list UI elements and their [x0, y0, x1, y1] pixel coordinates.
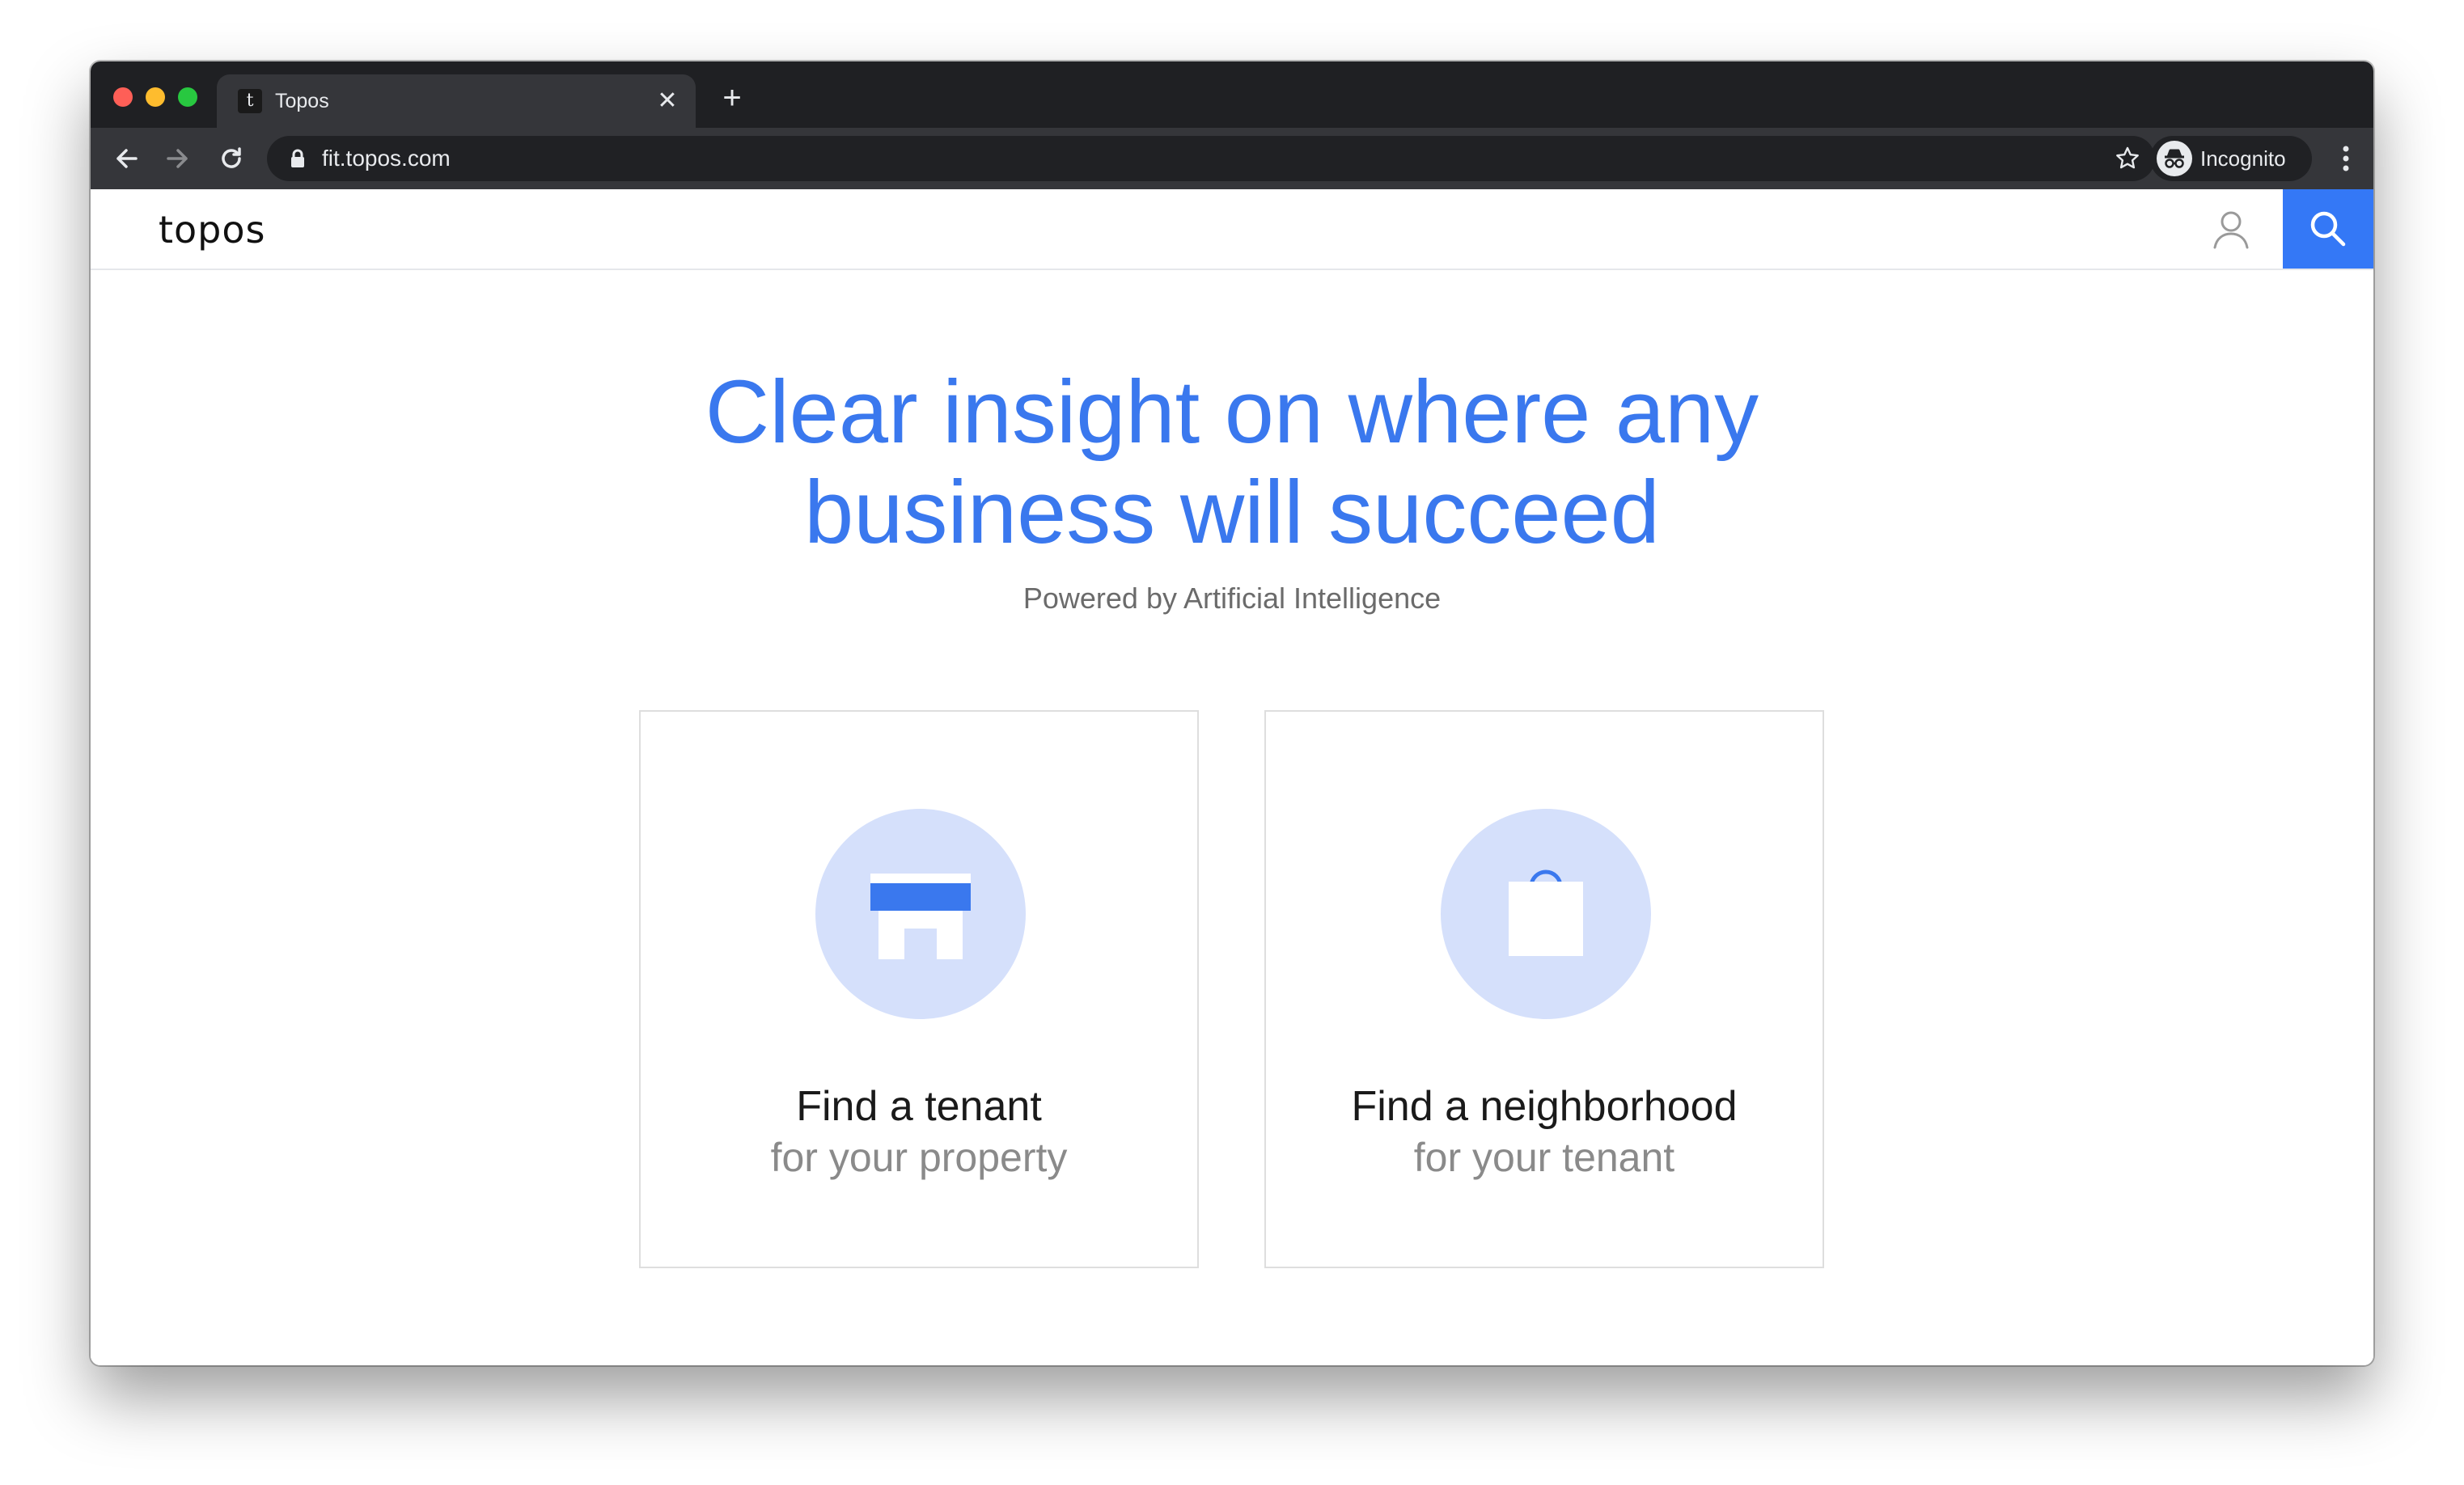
storefront-icon [815, 809, 1026, 1019]
tab-topos[interactable]: t Topos ✕ [217, 74, 696, 128]
new-tab-button[interactable]: + [712, 78, 752, 118]
incognito-icon [2157, 141, 2192, 176]
maximize-window-button[interactable] [178, 87, 197, 107]
url-text[interactable]: fit.topos.com [322, 146, 451, 171]
browser-menu-icon[interactable] [2331, 139, 2360, 178]
page-content: topos Clear insight on where any busines… [91, 189, 2373, 1365]
headline-line-1: Clear insight on where any [705, 362, 1759, 462]
search-button[interactable] [2283, 189, 2373, 269]
hero-headline: Clear insight on where any business will… [91, 362, 2373, 563]
browser-toolbar: fit.topos.com Incognito [91, 128, 2373, 189]
card-subtitle: for your tenant [1413, 1135, 1675, 1180]
search-icon [2310, 211, 2346, 247]
tab-close-icon[interactable]: ✕ [650, 84, 684, 118]
forward-arrow-icon[interactable] [159, 139, 197, 178]
tab-title: Topos [275, 90, 329, 112]
user-account-icon[interactable] [2205, 204, 2257, 256]
incognito-label: Incognito [2200, 146, 2286, 171]
card-subtitle: for your property [770, 1135, 1068, 1180]
headline-line-2: business will succeed [804, 463, 1660, 562]
tab-strip: t Topos ✕ + [91, 61, 2373, 128]
back-arrow-icon[interactable] [107, 139, 146, 178]
close-window-button[interactable] [113, 87, 133, 107]
incognito-button[interactable]: Incognito [2150, 136, 2312, 181]
find-tenant-card[interactable]: Find a tenant for your property [639, 710, 1199, 1268]
reload-icon[interactable] [212, 139, 251, 178]
card-title: Find a neighborhood [1351, 1083, 1738, 1130]
site-header: topos [91, 189, 2373, 270]
favicon-icon: t [238, 89, 262, 113]
bookmark-star-icon[interactable] [2115, 146, 2140, 171]
browser-window: t Topos ✕ + fit.topos.com Incognito topo… [91, 61, 2373, 1365]
lock-icon[interactable] [286, 147, 309, 170]
topos-logo[interactable]: topos [159, 207, 266, 252]
hero-subhead: Powered by Artificial Intelligence [1022, 582, 1442, 615]
shopping-bag-icon [1441, 809, 1651, 1019]
card-title: Find a tenant [796, 1083, 1042, 1130]
find-neighborhood-card[interactable]: Find a neighborhood for your tenant [1264, 710, 1824, 1268]
address-bar[interactable]: fit.topos.com [267, 136, 2155, 181]
minimize-window-button[interactable] [146, 87, 165, 107]
